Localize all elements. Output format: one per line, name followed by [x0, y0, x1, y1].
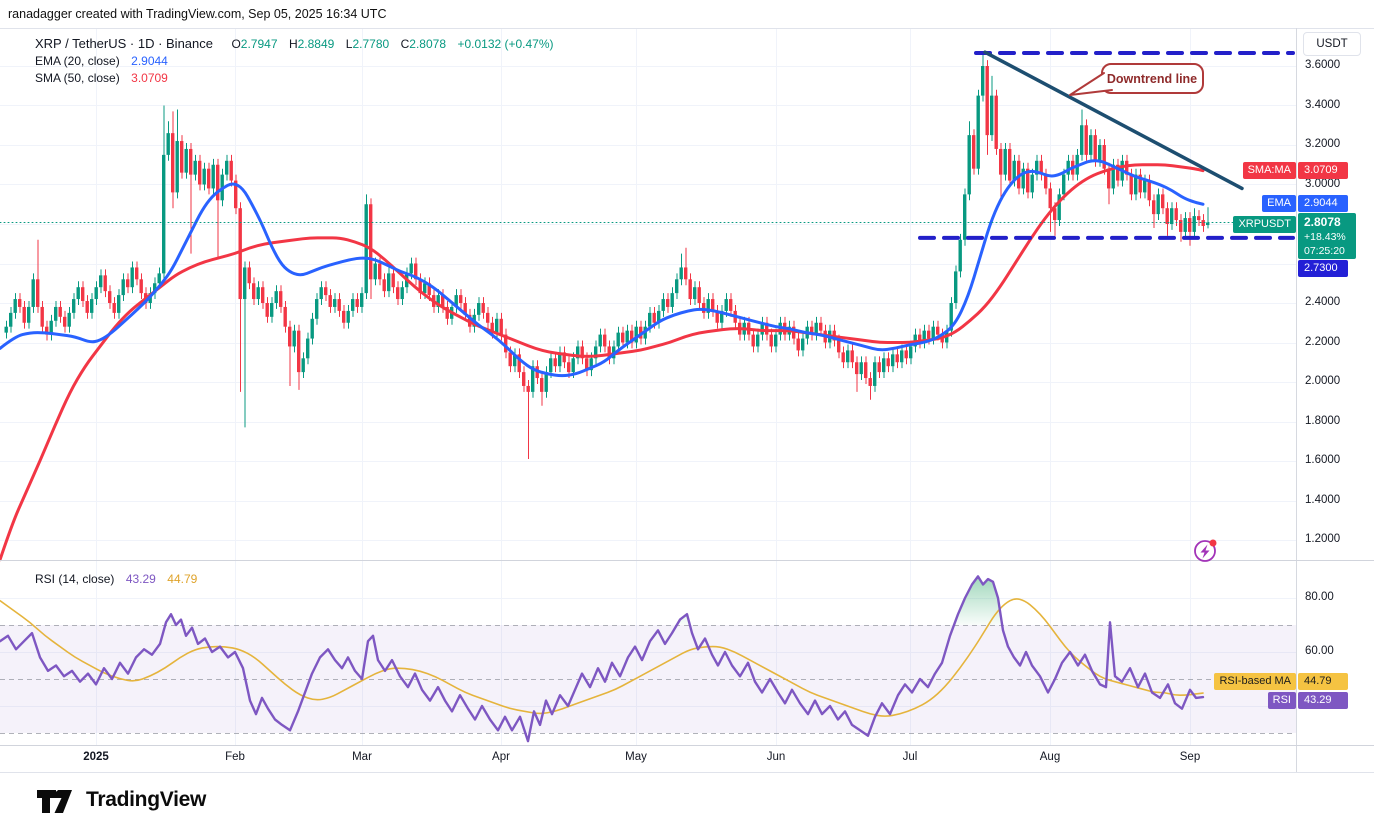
chart-legend: XRP / TetherUS · 1D · Binance O2.7947 H2…	[35, 36, 554, 87]
widget-bottom-border	[0, 772, 1374, 773]
ema-value: 2.9044	[131, 54, 168, 68]
sma-label: SMA (50, close)	[35, 71, 120, 85]
time-axis-border	[0, 745, 1374, 746]
time-tick-label: Jun	[767, 751, 786, 763]
ohlc-low-value: 2.7780	[352, 37, 389, 51]
price-tick-label: 2.2000	[1305, 336, 1340, 348]
rsi-value: 43.29	[126, 572, 156, 586]
time-tick-label: Feb	[225, 751, 245, 763]
rsi-label: RSI (14, close)	[35, 572, 114, 586]
symbol-price-tag: XRPUSDT	[1233, 216, 1296, 233]
price-tick-label: 1.8000	[1305, 415, 1340, 427]
bar-countdown: 07:25:20	[1304, 244, 1356, 258]
rsi-tag-value: 43.29	[1298, 692, 1348, 709]
tradingview-logo-text: TradingView	[86, 788, 206, 812]
ohlc-high-value: 2.8849	[298, 37, 335, 51]
pane-divider[interactable]	[0, 560, 1374, 561]
attribution-text: ranadagger created with TradingView.com,…	[8, 7, 386, 21]
price-tick-label: 3.2000	[1305, 138, 1340, 150]
time-tick-label: Sep	[1180, 751, 1200, 763]
time-tick-label: 2025	[83, 751, 109, 763]
tradingview-chart-page: ranadagger created with TradingView.com,…	[0, 0, 1374, 833]
sma-price-tag: SMA:MA	[1243, 162, 1296, 179]
header-divider	[0, 28, 1374, 29]
price-tick-label: 3.6000	[1305, 59, 1340, 71]
price-tick-label: 1.2000	[1305, 533, 1340, 545]
ema-legend-row[interactable]: EMA (20, close) 2.9044	[35, 53, 554, 69]
rsi-ma-value: 44.79	[167, 572, 197, 586]
time-tick-label: Apr	[492, 751, 510, 763]
price-tick-label: 1.4000	[1305, 494, 1340, 506]
rsi-ma-tag: RSI-based MA	[1214, 673, 1296, 690]
time-tick-label: Jul	[903, 751, 918, 763]
sma-legend-row[interactable]: SMA (50, close) 3.0709	[35, 70, 554, 86]
change-value: +0.0132 (+0.47%)	[457, 37, 553, 51]
ohlc-close-value: 2.8078	[409, 37, 446, 51]
sma-value: 3.0709	[131, 71, 168, 85]
time-tick-label: Aug	[1040, 751, 1060, 763]
chart-canvas[interactable]	[0, 0, 1374, 833]
tradingview-logo[interactable]: TradingView	[36, 788, 206, 812]
rsi-legend-row[interactable]: RSI (14, close) 43.29 44.79	[35, 570, 197, 588]
rsi-tick-label: 60.00	[1305, 645, 1334, 657]
currency-toggle-button[interactable]: USDT	[1303, 32, 1361, 56]
ohlc-open-label: O	[231, 37, 240, 51]
ema-price-tag-value: 2.9044	[1298, 195, 1348, 212]
symbol-title: XRP / TetherUS · 1D · Binance	[35, 36, 213, 51]
price-scale-border	[1296, 28, 1297, 772]
sma-price-tag-value: 3.0709	[1298, 162, 1348, 179]
ohlc-high-label: H	[289, 37, 298, 51]
notification-dot	[1210, 540, 1217, 547]
price-tick-label: 3.0000	[1305, 178, 1340, 190]
price-tick-label: 1.6000	[1305, 454, 1340, 466]
price-tick-label: 2.4000	[1305, 296, 1340, 308]
rsi-tick-label: 80.00	[1305, 591, 1334, 603]
rsi-ma-tag-value: 44.79	[1298, 673, 1348, 690]
ohlc-open-value: 2.7947	[241, 37, 278, 51]
time-tick-label: May	[625, 751, 647, 763]
symbol-price-tag-block: 2.8078 +18.43% 07:25:20	[1298, 213, 1356, 259]
ema-label: EMA (20, close)	[35, 54, 120, 68]
alert-level-tag: 2.7300	[1298, 260, 1348, 277]
last-price: 2.8078	[1304, 215, 1356, 230]
price-tick-label: 3.4000	[1305, 99, 1340, 111]
rsi-tag: RSI	[1268, 692, 1296, 709]
symbol-legend-row[interactable]: XRP / TetherUS · 1D · Binance O2.7947 H2…	[35, 36, 554, 52]
ohlc-close-label: C	[401, 37, 410, 51]
price-tick-label: 2.0000	[1305, 375, 1340, 387]
ema-price-tag: EMA	[1262, 195, 1296, 212]
time-tick-label: Mar	[352, 751, 372, 763]
change-percent: +18.43%	[1304, 230, 1356, 244]
